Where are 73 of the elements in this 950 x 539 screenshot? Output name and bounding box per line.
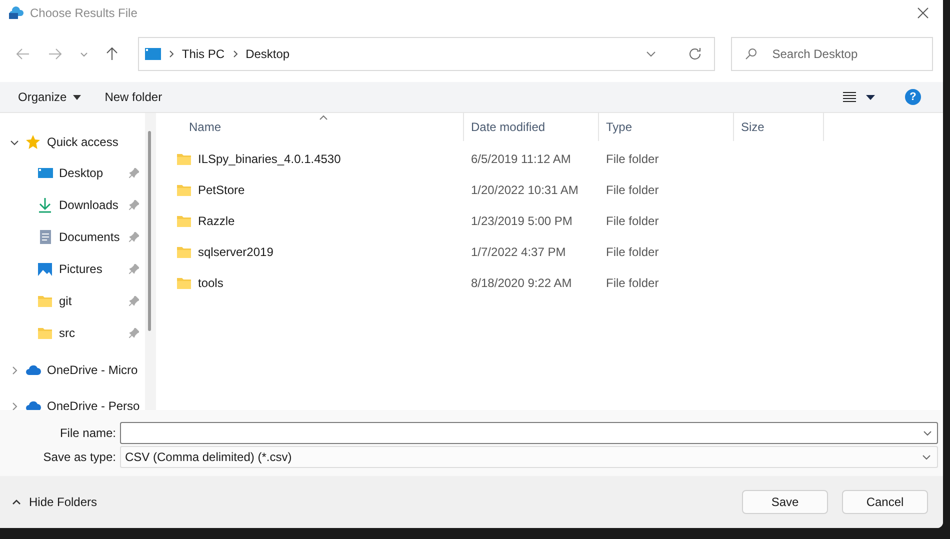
window-title: Choose Results File	[30, 5, 138, 22]
new-folder-button[interactable]: New folder	[104, 88, 162, 106]
folder-icon	[37, 293, 53, 309]
file-name[interactable]: PetStore	[198, 180, 245, 198]
table-cell-text: 1/7/2022 4:37 PM	[470, 244, 567, 260]
breadcrumb[interactable]: This PC	[182, 45, 225, 63]
list-view-icon	[843, 92, 856, 102]
save-button[interactable]: Save	[742, 490, 828, 514]
refresh-icon[interactable]	[688, 47, 702, 61]
sidebar-item[interactable]: OneDrive - Micro	[47, 361, 138, 379]
field-label: File name:	[58, 425, 117, 442]
folder-icon	[37, 325, 53, 341]
chevron-right-icon	[168, 50, 174, 58]
chevron-down-icon[interactable]	[10, 138, 19, 146]
file-name-field[interactable]	[120, 422, 938, 444]
table-cell-text: 8/18/2020 9:22 AM	[470, 274, 573, 292]
sidebar-item[interactable]: Documents	[59, 228, 123, 246]
search-icon	[745, 48, 758, 60]
table-cell-text: File folder	[605, 212, 660, 230]
breadcrumb[interactable]: Desktop	[246, 45, 290, 63]
document-icon	[37, 229, 53, 245]
sidebar-item[interactable]: git	[59, 292, 123, 310]
table-cell-text: File folder	[605, 274, 660, 292]
sidebar-item[interactable]: Pictures	[59, 260, 123, 278]
address-bar[interactable]: This PC Desktop	[138, 37, 716, 71]
desktop-icon	[144, 48, 161, 60]
table-cell-text: 1/20/2022 10:31 AM	[470, 182, 580, 198]
table-cell-text: File folder	[605, 150, 660, 168]
picture-icon	[37, 261, 53, 277]
file-type-dropdown[interactable]: CSV (Comma delimited) (*.csv)	[120, 446, 938, 468]
table-cell-text: File folder	[605, 244, 660, 260]
caret-icon	[72, 94, 81, 100]
sidebar-item[interactable]: Quick access	[47, 133, 118, 151]
table-cell-text: 1/23/2019 5:00 PM	[470, 212, 574, 230]
sidebar-item[interactable]: src	[59, 324, 123, 342]
column-header[interactable]: Size	[734, 113, 824, 141]
column-header[interactable]: Name	[156, 113, 464, 141]
file-name[interactable]: tools	[198, 274, 224, 292]
help-button[interactable]: ?	[905, 89, 921, 105]
sidebar-item[interactable]: Downloads	[59, 196, 123, 214]
cancel-button[interactable]: Cancel	[842, 490, 928, 514]
desktop-icon	[37, 165, 53, 181]
hide-folders-button[interactable]: Hide Folders	[12, 493, 98, 511]
column-header[interactable]: Date modified	[464, 113, 599, 141]
chevron-down-icon	[80, 52, 88, 56]
search-field[interactable]: Search Desktop	[731, 37, 934, 71]
file-name[interactable]: ILSpy_binaries_4.0.1.4530	[198, 150, 341, 168]
download-icon	[37, 197, 53, 213]
chevron-right-icon[interactable]	[10, 366, 19, 374]
chevron-down-icon[interactable]	[646, 51, 656, 57]
caret-icon	[866, 94, 875, 100]
sidebar-item[interactable]: Desktop	[59, 164, 123, 182]
file-name[interactable]: sqlserver2019	[198, 242, 274, 260]
star-icon	[25, 134, 41, 150]
scrollbar[interactable]	[145, 113, 156, 410]
chevron-right-icon	[232, 50, 238, 58]
chevron-up-icon	[12, 499, 21, 505]
view-menu-button[interactable]	[843, 92, 875, 102]
close-icon	[917, 7, 929, 19]
file-name[interactable]: Razzle	[198, 212, 235, 230]
app-icon	[8, 5, 24, 21]
table-cell-text: File folder	[605, 182, 660, 198]
chevron-down-icon[interactable]	[923, 431, 932, 436]
field-label: Save as type:	[42, 449, 117, 466]
forward-arrow-icon	[48, 48, 62, 60]
sidebar-item[interactable]: OneDrive - Perso	[47, 397, 140, 410]
organize-button[interactable]: Organize	[18, 88, 81, 106]
back-arrow-icon	[16, 48, 30, 60]
table-cell-text: 6/5/2019 11:12 AM	[470, 150, 572, 168]
chevron-down-icon	[922, 454, 931, 460]
column-header[interactable]: Type	[599, 113, 734, 141]
up-arrow-icon	[106, 47, 118, 61]
chevron-right-icon[interactable]	[10, 402, 19, 410]
